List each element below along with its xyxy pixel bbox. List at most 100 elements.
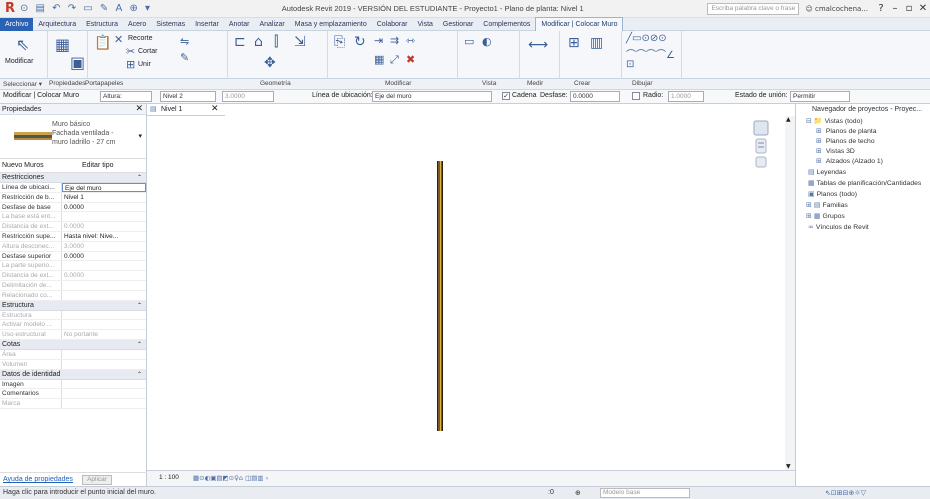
property-value[interactable]: Hasta nivel: Nive... <box>62 232 146 241</box>
draw-line-icon[interactable]: ╱▭⊙⊘⊙ <box>626 33 667 44</box>
property-category[interactable]: Datos de identidad ⌃ <box>0 369 146 380</box>
browser-node[interactable]: ⊞ ▦ Grupos <box>806 212 845 220</box>
create-assembly-icon[interactable]: ⊞ <box>568 35 580 51</box>
view-tab[interactable]: ▤ Nivel 1 ✕ <box>147 104 225 116</box>
browser-node[interactable]: ▤ Leyendas <box>806 168 846 176</box>
join-icon[interactable]: ⊞ <box>126 58 135 71</box>
quick-access-toolbar[interactable]: ⊙ ▤ ↶ ↷ ▭ ✎ A ⊕ ▾ <box>20 3 152 14</box>
recorte-label[interactable]: Recorte <box>128 35 153 42</box>
cut-icon[interactable]: ✕ <box>114 33 123 46</box>
property-category[interactable]: Estructura ⌃ <box>0 300 146 311</box>
close-icon[interactable]: ✕ <box>916 3 930 14</box>
offset-icon[interactable]: ⇉ <box>390 34 399 47</box>
browser-node[interactable]: ⊞ Planos de techo <box>816 137 875 145</box>
radius-checkbox[interactable] <box>632 92 640 100</box>
scroll-up-icon[interactable]: ▲ <box>786 116 791 123</box>
demolish-icon[interactable]: ⌂ <box>254 34 263 50</box>
browser-node[interactable]: ⊞ ▤ Familias <box>806 201 848 209</box>
chain-checkbox[interactable]: ✓ <box>502 92 510 100</box>
design-option-select[interactable]: Modelo base <box>600 488 690 498</box>
browser-node[interactable]: ⊟ 📁 Vistas (todo) <box>806 117 863 125</box>
cortar-label[interactable]: Cortar <box>138 48 157 55</box>
tree-toggle-icon[interactable]: ⊞ <box>806 212 812 220</box>
apply-button[interactable]: Aplicar <box>82 475 112 485</box>
align-icon[interactable]: ⇥ <box>374 34 383 47</box>
mirror-icon[interactable]: ⇿ <box>406 34 415 47</box>
match-type-icon[interactable]: ⇋ <box>180 35 189 48</box>
tab-2[interactable]: Estructura <box>81 18 123 31</box>
tab-5[interactable]: Insertar <box>190 18 224 31</box>
wall-element[interactable] <box>437 161 443 431</box>
cope-icon[interactable]: ✂ <box>126 45 135 58</box>
tab-7[interactable]: Analizar <box>254 18 289 31</box>
tab-4[interactable]: Sistemas <box>151 18 190 31</box>
property-value[interactable]: Nivel 1 <box>62 193 146 202</box>
array-icon[interactable]: ▦ <box>374 53 384 66</box>
property-value[interactable]: Eje del muro <box>62 183 146 192</box>
cursor-arrow-icon[interactable]: ⇖ <box>16 35 29 54</box>
edit-type-button[interactable]: Editar tipo <box>82 162 114 169</box>
override-graphics-icon[interactable]: ▭ <box>464 35 474 48</box>
browser-node[interactable]: ⊞ Alzados (Alzado 1) <box>816 157 883 165</box>
modify-tool-label[interactable]: Modificar <box>5 58 33 65</box>
tab-1[interactable]: Arquitectura <box>33 18 81 31</box>
collapse-icon[interactable]: ⌃ <box>137 301 142 311</box>
type-properties-icon[interactable]: ▦ <box>55 35 70 54</box>
chevron-down-icon[interactable]: ▾ <box>138 132 142 140</box>
wall-joins-icon[interactable]: ⊏ <box>234 34 246 50</box>
copy-icon[interactable]: ⎘ <box>334 34 345 50</box>
scroll-down-icon[interactable]: ▼ <box>786 463 791 470</box>
tab-10[interactable]: Vista <box>412 18 437 31</box>
tab-13[interactable]: Modificar | Colocar Muro <box>535 17 624 31</box>
property-value[interactable]: 0.0000 <box>62 203 146 212</box>
offset-input[interactable]: 0.0000 <box>570 91 620 102</box>
maximize-icon[interactable]: ▫ <box>902 3 916 14</box>
instance-selector[interactable]: Nuevo Muros <box>2 162 44 169</box>
paint-icon[interactable]: ✎ <box>180 51 189 64</box>
drawing-canvas[interactable] <box>147 116 795 470</box>
create-parts-icon[interactable]: ▥ <box>590 35 603 51</box>
join-status-select[interactable]: Permitir <box>790 91 850 102</box>
tree-toggle-icon[interactable]: ⊞ <box>816 137 822 145</box>
browser-node[interactable]: ▣ Planos (todo) <box>806 190 857 198</box>
collapse-icon[interactable]: ⌃ <box>137 340 142 350</box>
height-mode-select[interactable]: Altura: <box>100 91 152 102</box>
tab-3[interactable]: Acero <box>123 18 151 31</box>
scale-icon[interactable]: ⤢ <box>390 53 399 67</box>
type-selector[interactable]: Muro básico Fachada ventilada - muro lad… <box>0 115 146 159</box>
move-icon[interactable]: ✥ <box>264 55 276 71</box>
unir-label[interactable]: Unir <box>138 61 151 68</box>
help-search-input[interactable]: Escriba palabra clave o frase <box>707 2 800 15</box>
revit-logo-icon[interactable]: R <box>3 1 17 16</box>
vertical-scrollbar[interactable]: ▲ ▼ <box>785 116 795 470</box>
tab-9[interactable]: Colaborar <box>372 18 413 31</box>
property-value[interactable] <box>62 389 146 398</box>
browser-node[interactable]: ⊞ Vistas 3D <box>816 147 855 155</box>
browser-node[interactable]: ∞ Vínculos de Revit <box>806 223 869 231</box>
rotate-icon[interactable]: ↻ <box>354 34 366 50</box>
tree-toggle-icon[interactable]: ⊟ <box>806 117 812 125</box>
delete-icon[interactable]: ✖ <box>406 53 415 66</box>
properties-help-link[interactable]: Ayuda de propiedades <box>3 476 73 483</box>
pick-lines-icon[interactable]: ⊡ <box>626 59 634 70</box>
collapse-icon[interactable]: ⌃ <box>137 173 142 183</box>
browser-node[interactable]: ⊞ Planos de planta <box>816 127 877 135</box>
paint-face-icon[interactable]: ⇲ <box>294 34 306 50</box>
selection-filter-icons[interactable]: ⇖⊡⊞⊟⊕☼▽ <box>825 489 866 497</box>
help-icon[interactable]: ? <box>874 3 888 14</box>
property-value[interactable] <box>62 380 146 389</box>
tab-12[interactable]: Complementos <box>478 18 535 31</box>
tab-11[interactable]: Gestionar <box>438 18 478 31</box>
height-value-input[interactable]: 3.0000 <box>222 91 274 102</box>
tree-toggle-icon[interactable]: ⊞ <box>816 157 822 165</box>
level-select[interactable]: Nivel 2 <box>160 91 216 102</box>
panel-select[interactable]: Seleccionar ▾ <box>3 80 42 88</box>
browser-node[interactable]: ▦ Tablas de planificación/Cantidades <box>806 179 921 187</box>
measure-icon[interactable]: ⟷ <box>528 37 548 53</box>
tab-8[interactable]: Masa y emplazamiento <box>290 18 372 31</box>
paste-icon[interactable]: 📋 <box>94 35 111 51</box>
navigation-bar-icon[interactable] <box>752 119 788 179</box>
tab-0[interactable]: Archivo <box>0 17 34 31</box>
tree-toggle-icon[interactable]: ⊞ <box>816 147 822 155</box>
tree-toggle-icon[interactable]: ⊞ <box>816 127 822 135</box>
